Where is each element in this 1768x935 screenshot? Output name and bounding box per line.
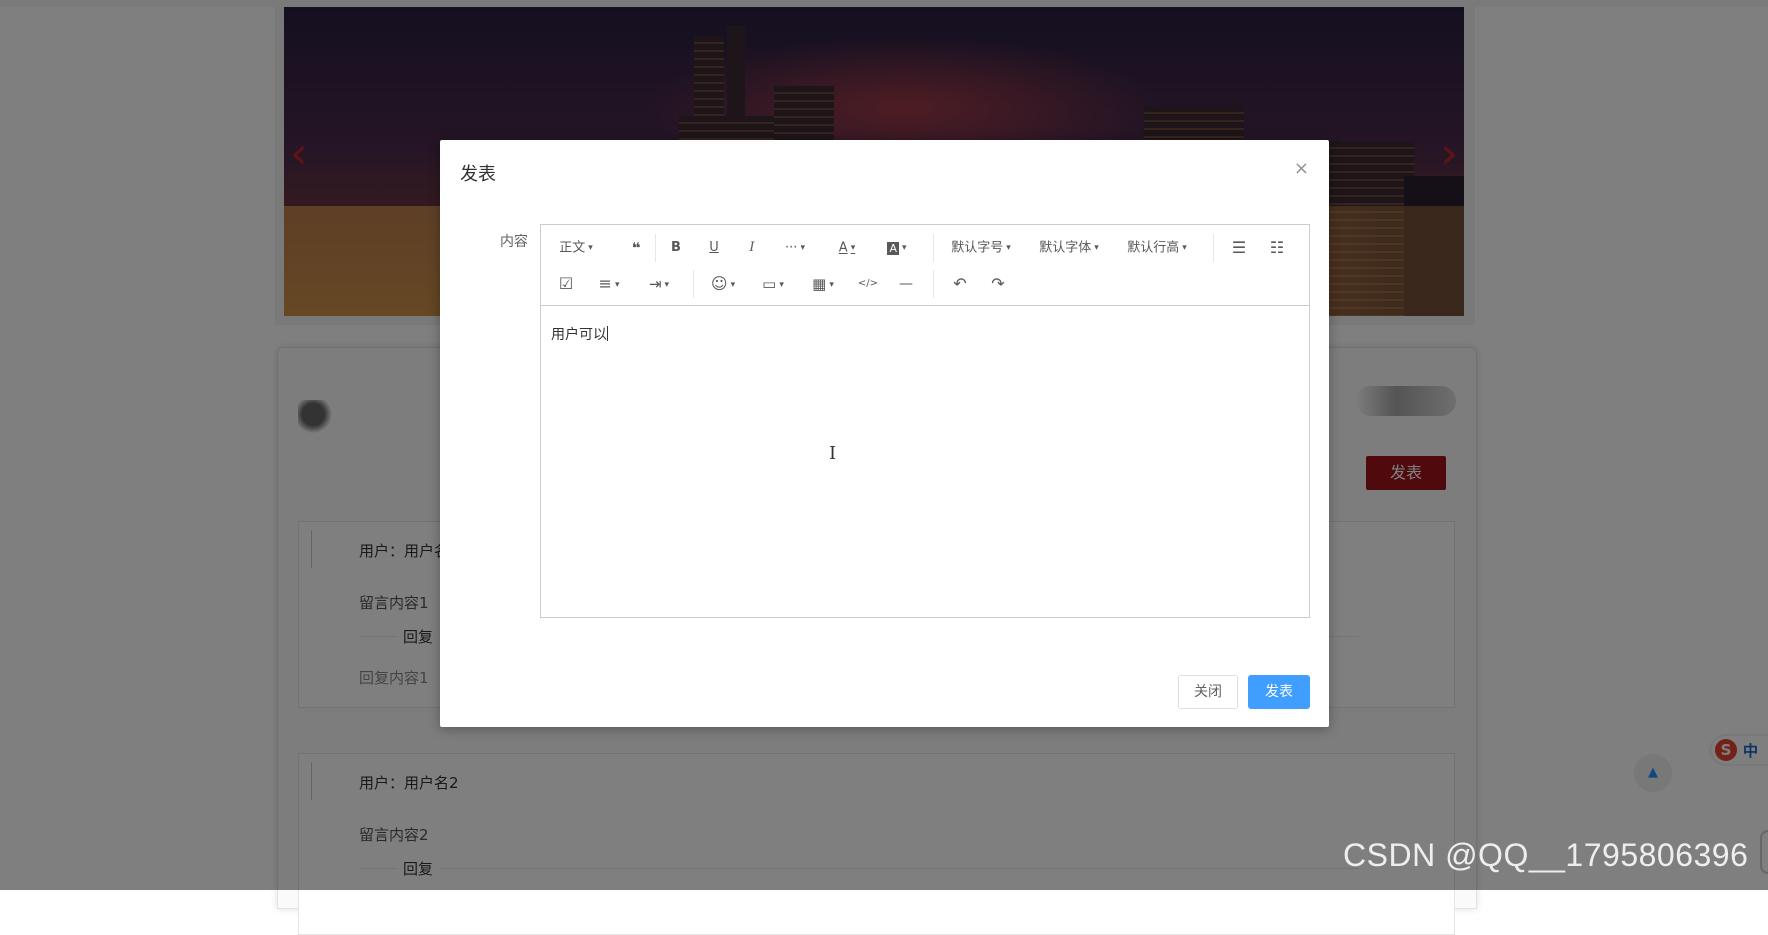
- editor-content-area[interactable]: 用户可以 I: [541, 306, 1309, 617]
- rich-text-editor: 正文 ▾ ❝ B U I ··· ▾ A ▾ A ▾ 默认字号 ▾ 默认字体 ▾ 默认行高 ▾…: [540, 224, 1310, 618]
- toolbar-divider: [933, 234, 934, 262]
- align-icon[interactable]: ≡ ▾: [591, 270, 627, 298]
- divider-icon[interactable]: —: [891, 270, 921, 298]
- font-color-icon[interactable]: A ▾: [827, 234, 867, 262]
- font-size-select[interactable]: 默认字号 ▾: [943, 234, 1019, 262]
- bullet-list-icon[interactable]: ☰: [1224, 234, 1254, 262]
- content-label: 内容: [500, 234, 528, 250]
- quote-icon[interactable]: ❝: [621, 234, 651, 262]
- background-color-icon[interactable]: A ▾: [877, 234, 917, 262]
- bold-icon[interactable]: B: [661, 234, 691, 262]
- heading-select[interactable]: 正文 ▾: [551, 234, 601, 262]
- text-caret: [607, 326, 608, 341]
- dialog-title: 发表: [460, 164, 496, 185]
- submit-button[interactable]: 发表: [1248, 675, 1310, 709]
- emoji-icon[interactable]: ☺ ▾: [705, 270, 741, 298]
- text-cursor-icon: I: [829, 443, 837, 464]
- numbered-list-icon[interactable]: ☷: [1262, 234, 1292, 262]
- more-icon[interactable]: ··· ▾: [775, 234, 815, 262]
- toolbar-divider: [655, 234, 656, 262]
- todo-icon[interactable]: ☑: [551, 270, 581, 298]
- code-icon[interactable]: </>: [853, 270, 883, 298]
- undo-icon[interactable]: ↶: [945, 270, 975, 298]
- editor-text[interactable]: 用户可以: [551, 324, 608, 344]
- font-family-select[interactable]: 默认字体 ▾: [1031, 234, 1107, 262]
- toolbar-divider: [693, 270, 694, 298]
- redo-icon[interactable]: ↷: [983, 270, 1013, 298]
- italic-icon[interactable]: I: [737, 234, 767, 262]
- toolbar-divider: [933, 270, 934, 298]
- table-icon[interactable]: ▦ ▾: [805, 270, 841, 298]
- image-icon[interactable]: ▭ ▾: [755, 270, 791, 298]
- editor-toolbar: 正文 ▾ ❝ B U I ··· ▾ A ▾ A ▾ 默认字号 ▾ 默认字体 ▾ 默认行高 ▾…: [541, 225, 1309, 306]
- close-icon[interactable]: ×: [1294, 158, 1309, 179]
- underline-icon[interactable]: U: [699, 234, 729, 262]
- close-button[interactable]: 关闭: [1178, 675, 1238, 709]
- watermark: CSDN @QQ__1795806396: [1343, 837, 1749, 873]
- post-dialog: 发表 × 内容 正文 ▾ ❝ B U I ··· ▾ A ▾ A ▾ 默认字号 ▾ 默认字…: [440, 140, 1329, 727]
- toolbar-divider: [1213, 234, 1214, 262]
- line-height-select[interactable]: 默认行高 ▾: [1119, 234, 1195, 262]
- indent-icon[interactable]: ⇥ ▾: [641, 270, 677, 298]
